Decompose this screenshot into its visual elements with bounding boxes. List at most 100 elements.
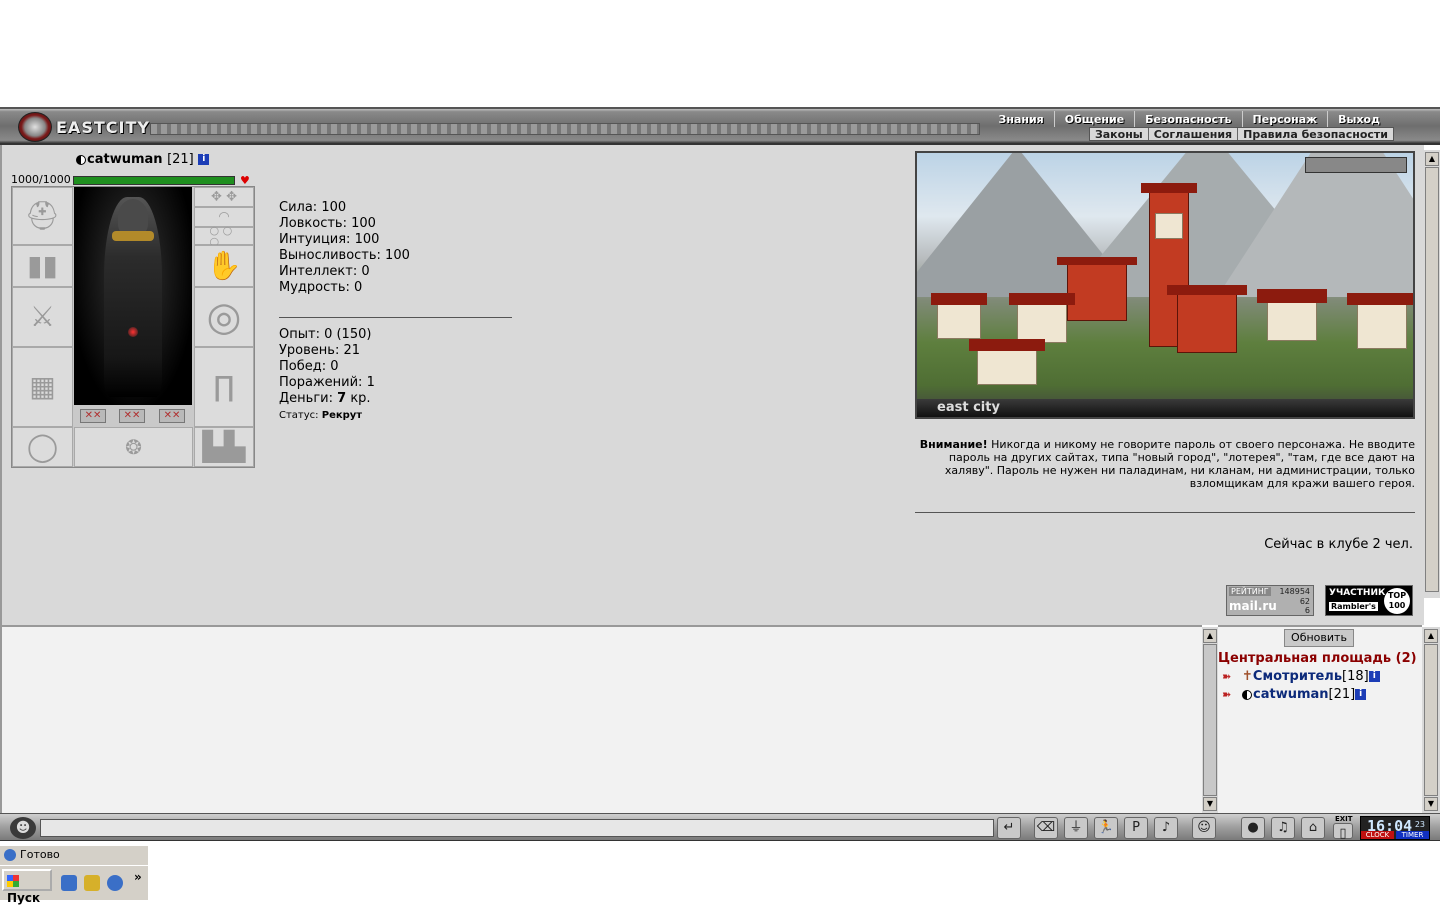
exit-icon[interactable]: ▯	[1333, 823, 1353, 841]
weapon-slot[interactable]: ⚔	[12, 287, 73, 347]
scroll-up-icon[interactable]: ▲	[1424, 629, 1438, 643]
private-message-icon[interactable]: ➽	[1222, 670, 1242, 683]
town-picture[interactable]: east city	[915, 151, 1415, 419]
rings-slot[interactable]: ○ ○ ○	[194, 225, 254, 247]
private-message-icon[interactable]: ➽	[1222, 688, 1242, 701]
music-icon[interactable]: ♫	[1271, 817, 1295, 839]
mailru-rating-badge[interactable]: РЕЙТИНГ 148954 mail.ru 62 6	[1226, 585, 1314, 616]
nav-security-rules[interactable]: Правила безопасности	[1237, 128, 1393, 141]
stat-money: Деньги: 7 кр.	[279, 391, 375, 407]
belt-slot[interactable]: ◯	[12, 427, 73, 467]
rune-slot-3[interactable]: ✕✕	[159, 409, 185, 423]
mailru-number-2: 62	[1299, 597, 1310, 606]
tower-roof	[1141, 183, 1197, 193]
scroll-down-icon[interactable]: ▼	[1203, 797, 1217, 811]
lock-icon[interactable]: ⌂	[1301, 817, 1325, 839]
nav-agreements[interactable]: Соглашения	[1147, 128, 1237, 141]
info-icon[interactable]: i	[1355, 689, 1367, 700]
belt-icon: ◯	[26, 430, 59, 463]
character-panel: catwuman [21] i 1000/1000 ♥ ⛑ ▮▮ ⚔ ▦ ◯ ✕…	[0, 145, 1424, 625]
nav-security[interactable]: Безопасность	[1134, 111, 1241, 127]
top-blank-area	[0, 0, 1440, 107]
sub-nav: Законы Соглашения Правила безопасности	[1088, 127, 1394, 141]
chat-input[interactable]	[40, 819, 994, 837]
ie-icon[interactable]	[107, 875, 123, 891]
warning-title: Внимание!	[919, 438, 988, 451]
shield-icon: ◎	[206, 294, 242, 340]
bracers-icon: ▮▮	[27, 249, 58, 282]
legs-slot[interactable]: ∏	[194, 347, 254, 427]
nav-knowledge[interactable]: Знания	[989, 111, 1054, 127]
bag-icon[interactable]: ●	[1241, 817, 1265, 839]
stat-endurance: Выносливость: 100	[279, 248, 410, 263]
chat-scrollbar[interactable]: ▲ ▼	[1202, 627, 1218, 813]
app-icon[interactable]	[84, 875, 100, 891]
user-name[interactable]: Смотритель	[1253, 669, 1342, 684]
nav-laws[interactable]: Законы	[1090, 128, 1148, 141]
security-warning: Внимание! Никогда и никому не говорите п…	[915, 438, 1415, 490]
stat-wisdom: Мудрость: 0	[279, 280, 363, 295]
house	[1267, 301, 1317, 341]
character-name-text: catwuman	[87, 152, 163, 167]
boots-icon: ▙▙	[202, 430, 246, 463]
mailru-brand: mail.ru	[1229, 599, 1277, 613]
ie-icon[interactable]	[61, 875, 77, 891]
stat-agility: Ловкость: 100	[279, 216, 376, 231]
nav-exit[interactable]: Выход	[1327, 111, 1390, 127]
clock[interactable]: 16:04 23 CLOCK TIMER	[1360, 816, 1430, 840]
chevron-right-icon[interactable]: »	[134, 870, 142, 884]
taskbar: Пуск »	[0, 865, 148, 905]
info-icon[interactable]: i	[198, 154, 210, 165]
hp-bar	[73, 176, 235, 185]
main-scrollbar[interactable]: ▲	[1424, 150, 1440, 598]
nav-communication[interactable]: Общение	[1053, 111, 1134, 127]
smile-icon[interactable]: ☺	[1192, 817, 1216, 839]
gloves-icon: ✋	[206, 249, 242, 282]
nav-character[interactable]: Персонаж	[1241, 111, 1328, 127]
sound-icon[interactable]: ♪	[1154, 817, 1178, 839]
earrings-slot[interactable]: ✥ ✥	[194, 187, 254, 207]
scroll-down-icon[interactable]: ▼	[1424, 797, 1438, 811]
scarf	[112, 231, 154, 241]
stats-divider	[279, 317, 512, 318]
rune-slot-1[interactable]: ✕✕	[80, 409, 106, 423]
filter-icon[interactable]: ⏚	[1064, 817, 1088, 839]
house	[1017, 303, 1067, 343]
house-roof	[1257, 289, 1327, 303]
stat-intuition: Интуиция: 100	[279, 232, 380, 247]
boots-slot[interactable]: ▙▙	[194, 427, 254, 467]
temple-roof	[1167, 285, 1247, 295]
emblem-slot: ❂	[74, 427, 193, 467]
armor-icon: ▦	[29, 370, 56, 403]
bracers-slot[interactable]: ▮▮	[12, 245, 73, 287]
scroll-thumb[interactable]	[1425, 167, 1439, 592]
rune-slot-2[interactable]: ✕✕	[119, 409, 145, 423]
start-button[interactable]: Пуск	[2, 869, 52, 905]
eraser-icon[interactable]: ⌫	[1034, 817, 1058, 839]
scroll-up-icon[interactable]: ▲	[1425, 152, 1439, 166]
helmet-slot[interactable]: ⛑	[12, 187, 73, 245]
user-name[interactable]: catwuman	[1253, 687, 1329, 702]
rambler-top100-badge[interactable]: УЧАСТНИК Rambler's TOP 100	[1325, 585, 1413, 616]
stat-losses: Поражений: 1	[279, 375, 375, 390]
private-icon[interactable]: P	[1124, 817, 1148, 839]
gloves-slot[interactable]: ✋	[194, 245, 254, 287]
chat-head-icon[interactable]: ☻	[10, 817, 36, 839]
scroll-track[interactable]	[1203, 644, 1217, 796]
online-scrollbar[interactable]: ▲ ▼	[1422, 627, 1440, 813]
status-value: Рекрут	[321, 410, 363, 421]
shield-slot[interactable]: ◎	[194, 287, 254, 347]
mailru-title: РЕЙТИНГ	[1229, 587, 1271, 596]
info-icon[interactable]: i	[1368, 671, 1380, 682]
armor-slot[interactable]: ▦	[12, 347, 73, 427]
run-icon[interactable]: 🏃	[1094, 817, 1118, 839]
room-title[interactable]: Центральная площадь (2)	[1218, 651, 1417, 666]
scroll-up-icon[interactable]: ▲	[1203, 629, 1217, 643]
town-widget[interactable]	[1305, 157, 1407, 173]
refresh-button[interactable]: Обновить	[1284, 629, 1354, 647]
scroll-thumb[interactable]	[1424, 644, 1438, 796]
user-level: [18]	[1342, 669, 1369, 684]
logo-text: EASTCITY	[56, 118, 150, 137]
send-icon[interactable]: ↵	[997, 817, 1021, 839]
status-text: Готово	[20, 848, 60, 861]
